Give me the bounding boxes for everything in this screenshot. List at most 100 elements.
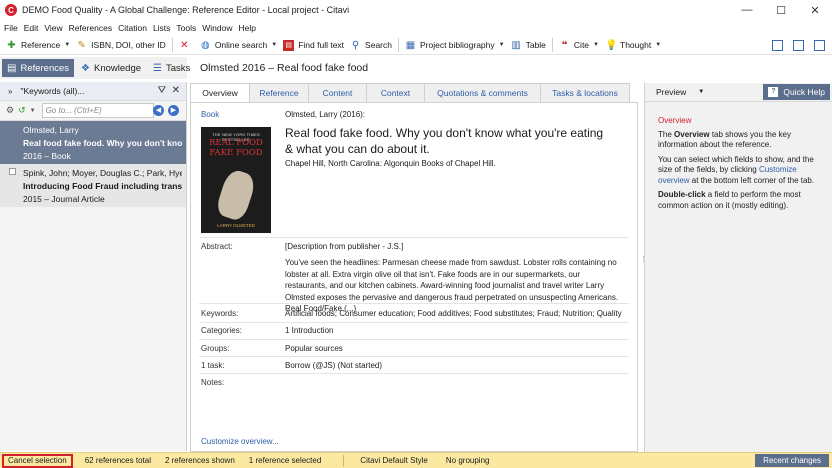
layout-left-icon xyxy=(772,39,783,51)
layout-left-pane-button[interactable] xyxy=(769,37,790,54)
navigator-tabs: ▤ References ❖ Knowledge ☰ Tasks xyxy=(0,57,190,79)
reference-list-panel: » "Keywords (all)... ⛛ ✕ ⚙ ↺ ▼ Go to... … xyxy=(0,82,187,451)
divider xyxy=(199,237,629,238)
find-full-text-button[interactable]: ▤ Find full text xyxy=(280,37,347,54)
delete-button[interactable]: ✕ xyxy=(176,37,197,54)
close-filter-icon[interactable]: ✕ xyxy=(172,85,180,96)
citavi-app-icon: C xyxy=(5,4,17,16)
toolbar-separator xyxy=(397,38,399,52)
book-cover-image: THE NEW YORK TIMES BESTSELLER REAL FOOD … xyxy=(201,127,271,233)
layout-split-pane-button[interactable] xyxy=(790,37,811,54)
task-value[interactable]: Borrow (@JS) (Not started) xyxy=(285,361,382,370)
reference-editor-tabs: Overview Reference Content Context Quota… xyxy=(190,83,640,102)
search-button[interactable]: ⚲ Search xyxy=(347,37,395,54)
cite-button[interactable]: ❝ Cite ▼ xyxy=(556,37,602,54)
chevron-down-icon: ▼ xyxy=(64,42,71,48)
bibliography-icon: ▦ xyxy=(405,39,416,51)
menu-references[interactable]: References xyxy=(69,23,112,33)
recent-changes-button[interactable]: Recent changes xyxy=(755,454,829,467)
chevron-down-icon: ▼ xyxy=(498,42,505,48)
title-bar: C DEMO Food Quality - A Global Challenge… xyxy=(0,0,832,20)
toolbar-separator xyxy=(551,38,553,52)
notes-label: Notes: xyxy=(201,378,225,387)
online-search-button[interactable]: ◍ Online search ▼ xyxy=(197,37,280,54)
tasks-icon: ☰ xyxy=(153,62,162,74)
filter-title: "Keywords (all)... xyxy=(20,86,85,96)
menu-tools[interactable]: Tools xyxy=(176,23,196,33)
new-reference-button[interactable]: ✚ Reference ▼ xyxy=(3,37,73,54)
quick-help-pane: Preview ▼ ? Quick Help Overview The Over… xyxy=(644,83,832,452)
filter-icon[interactable]: ⛛ xyxy=(158,85,166,96)
thought-button[interactable]: 💡 Thought ▼ xyxy=(602,37,664,54)
keywords-label: Keywords: xyxy=(201,309,239,318)
tab-overview[interactable]: Overview xyxy=(190,83,250,102)
table-button[interactable]: ▥ Table xyxy=(508,37,549,54)
gear-icon[interactable]: ⚙ xyxy=(6,105,14,116)
quick-help-button[interactable]: ? Quick Help xyxy=(763,84,830,100)
preview-dropdown[interactable]: Preview xyxy=(656,87,686,97)
menu-lists[interactable]: Lists xyxy=(153,23,170,33)
previous-result-icon[interactable]: ◀ xyxy=(153,105,164,116)
tab-context[interactable]: Context xyxy=(366,83,425,102)
overview-content: Book THE NEW YORK TIMES BESTSELLER REAL … xyxy=(190,102,638,452)
reference-checkbox[interactable] xyxy=(9,168,16,175)
next-result-icon[interactable]: ▶ xyxy=(168,105,179,116)
delete-x-icon: ✕ xyxy=(180,39,189,51)
menu-view[interactable]: View xyxy=(44,23,62,33)
reference-authors: Spink, John; Moyer, Douglas C.; Park, Hy… xyxy=(23,168,182,178)
maximize-button[interactable]: ☐ xyxy=(764,0,798,20)
pdf-icon: ▤ xyxy=(283,39,295,51)
go-to-input[interactable]: Go to... (Ctrl+E) xyxy=(41,103,154,118)
expand-chevron-icon[interactable]: » xyxy=(8,87,12,96)
status-separator xyxy=(343,454,345,467)
tab-tasks-locations[interactable]: Tasks & locations xyxy=(540,83,630,102)
reference-list-item[interactable]: Olmsted, Larry Real food fake food. Why … xyxy=(0,121,186,164)
tab-reference[interactable]: Reference xyxy=(249,83,309,102)
layout-right-pane-button[interactable] xyxy=(811,37,832,54)
groups-label: Groups: xyxy=(201,344,230,353)
reference-list-header: » "Keywords (all)... ⛛ ✕ xyxy=(0,82,186,101)
reference-authors: Olmsted, Larry xyxy=(23,125,79,135)
tab-knowledge[interactable]: ❖ Knowledge xyxy=(76,59,146,77)
menu-help[interactable]: Help xyxy=(239,23,256,33)
reference-list-item[interactable]: Spink, John; Moyer, Douglas C.; Park, Hy… xyxy=(0,164,186,207)
plus-icon: ✚ xyxy=(7,39,16,51)
right-splitter-handle[interactable]: ⋮ xyxy=(640,256,647,272)
tab-references[interactable]: ▤ References xyxy=(2,59,75,77)
chevron-down-icon[interactable]: ▼ xyxy=(698,89,704,95)
chevron-down-icon[interactable]: ▼ xyxy=(30,108,36,114)
keywords-value[interactable]: Artificial foods; Consumer education; Fo… xyxy=(285,309,622,318)
reference-type-link[interactable]: Book xyxy=(201,110,219,119)
chevron-down-icon: ▼ xyxy=(593,42,599,48)
cover-title: REAL FOOD FAKE FOOD xyxy=(209,138,263,158)
menu-edit[interactable]: Edit xyxy=(24,23,39,33)
menu-citation[interactable]: Citation xyxy=(118,23,147,33)
abstract-text[interactable]: You've seen the headlines: Parmesan chee… xyxy=(285,257,620,315)
citation-style[interactable]: Citavi Default Style xyxy=(360,456,428,465)
cancel-selection-button[interactable]: Cancel selection xyxy=(2,453,73,468)
table-icon: ▥ xyxy=(511,39,521,51)
groups-value[interactable]: Popular sources xyxy=(285,344,343,353)
grouping-status[interactable]: No grouping xyxy=(446,456,490,465)
lightbulb-icon: 💡 xyxy=(605,39,618,51)
categories-label: Categories: xyxy=(201,326,242,335)
menu-file[interactable]: File xyxy=(4,23,18,33)
close-window-button[interactable]: ✕ xyxy=(798,0,832,20)
tab-tasks[interactable]: ☰ Tasks xyxy=(148,59,195,77)
customize-overview-link[interactable]: Customize overview... xyxy=(201,437,279,446)
minimize-button[interactable]: — xyxy=(730,0,764,20)
isbn-doi-button[interactable]: ✎ ISBN, DOI, other ID xyxy=(73,37,169,54)
categories-value[interactable]: 1 Introduction xyxy=(285,326,333,335)
tab-content[interactable]: Content xyxy=(308,83,367,102)
menu-bar: File Edit View References Citation Lists… xyxy=(0,20,832,36)
history-icon[interactable]: ↺ xyxy=(18,105,26,116)
selected-count: 1 reference selected xyxy=(248,456,322,465)
tab-quotations-comments[interactable]: Quotations & comments xyxy=(424,83,541,102)
shown-count: 2 references shown xyxy=(164,456,235,465)
help-question-icon: ? xyxy=(768,87,779,97)
help-paragraph: Double-click a field to perform the most… xyxy=(658,190,801,210)
menu-window[interactable]: Window xyxy=(202,23,232,33)
project-bibliography-button[interactable]: ▦ Project bibliography ▼ xyxy=(402,37,508,54)
globe-search-icon: ◍ xyxy=(200,39,210,51)
chevron-down-icon: ▼ xyxy=(655,42,662,48)
